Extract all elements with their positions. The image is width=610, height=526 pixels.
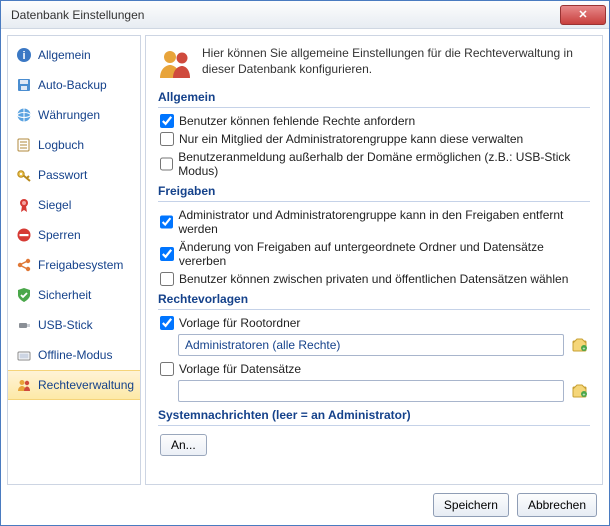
sidebar-item-label: Auto-Backup [38, 78, 107, 92]
checkbox-label: Vorlage für Datensätze [179, 362, 301, 376]
globe-icon [16, 107, 32, 123]
opt-freigaben-2[interactable]: Benutzer können zwischen privaten und öf… [160, 272, 590, 286]
opt-freigaben-1[interactable]: Änderung von Freigaben auf untergeordnet… [160, 240, 590, 268]
key-icon [16, 167, 32, 183]
shield-icon [16, 287, 32, 303]
offline-icon [16, 347, 32, 363]
checkbox-label: Vorlage für Rootordner [179, 316, 300, 330]
sidebar-item-label: Offline-Modus [38, 348, 112, 362]
sidebar-item-allgemein[interactable]: i Allgemein [8, 40, 140, 70]
sidebar-item-label: USB-Stick [38, 318, 93, 332]
sidebar-item-freigabesystem[interactable]: Freigabesystem [8, 250, 140, 280]
sidebar-item-label: Siegel [38, 198, 71, 212]
checkbox[interactable] [160, 362, 174, 376]
info-icon: i [16, 47, 32, 63]
section-allgemein-title: Allgemein [158, 90, 590, 108]
sidebar: i Allgemein Auto-Backup Währungen Logbuc… [7, 35, 141, 485]
checkbox-label: Benutzeranmeldung außerhalb der Domäne e… [178, 150, 590, 178]
recipients-button[interactable]: An... [160, 434, 207, 456]
sidebar-item-label: Sicherheit [38, 288, 91, 302]
sidebar-item-rechteverwaltung[interactable]: Rechteverwaltung [8, 370, 140, 400]
checkbox[interactable] [160, 247, 174, 261]
checkbox[interactable] [160, 316, 174, 330]
blocked-icon [16, 227, 32, 243]
save-button[interactable]: Speichern [433, 493, 509, 517]
edit-ds-template-button[interactable]: + [570, 381, 590, 401]
checkbox[interactable] [160, 132, 174, 146]
close-button[interactable]: ✕ [560, 5, 606, 25]
checkbox-label: Benutzer können fehlende Rechte anforder… [179, 114, 415, 128]
root-template-input[interactable] [178, 334, 564, 356]
sidebar-item-sicherheit[interactable]: Sicherheit [8, 280, 140, 310]
sidebar-item-label: Sperren [38, 228, 81, 242]
close-icon: ✕ [578, 8, 587, 21]
sidebar-item-label: Passwort [38, 168, 87, 182]
sidebar-item-usb-stick[interactable]: USB-Stick [8, 310, 140, 340]
opt-ds-template[interactable]: Vorlage für Datensätze [160, 362, 590, 376]
opt-root-template[interactable]: Vorlage für Rootordner [160, 316, 590, 330]
footer: Speichern Abbrechen [1, 485, 609, 525]
ds-template-input[interactable] [178, 380, 564, 402]
svg-text:+: + [583, 393, 586, 399]
checkbox-label: Benutzer können zwischen privaten und öf… [179, 272, 568, 286]
opt-allgemein-1[interactable]: Nur ein Mitglied der Administratorengrup… [160, 132, 590, 146]
content-panel: Hier können Sie allgemeine Einstellungen… [145, 35, 603, 485]
checkbox[interactable] [160, 114, 174, 128]
cancel-button[interactable]: Abbrechen [517, 493, 597, 517]
section-rechtevorlagen-title: Rechtevorlagen [158, 292, 590, 310]
checkbox-label: Änderung von Freigaben auf untergeordnet… [179, 240, 590, 268]
svg-text:+: + [583, 347, 586, 353]
sidebar-item-waehrungen[interactable]: Währungen [8, 100, 140, 130]
sidebar-item-auto-backup[interactable]: Auto-Backup [8, 70, 140, 100]
checkbox[interactable] [160, 272, 174, 286]
sidebar-item-label: Logbuch [38, 138, 84, 152]
window-title: Datenbank Einstellungen [11, 8, 560, 22]
sidebar-item-offline-modus[interactable]: Offline-Modus [8, 340, 140, 370]
titlebar: Datenbank Einstellungen ✕ [1, 1, 609, 29]
sidebar-item-sperren[interactable]: Sperren [8, 220, 140, 250]
sidebar-item-passwort[interactable]: Passwort [8, 160, 140, 190]
users-icon [16, 377, 32, 393]
checkbox-label: Administrator und Administratorengruppe … [178, 208, 590, 236]
users-large-icon [158, 46, 192, 80]
opt-freigaben-0[interactable]: Administrator und Administratorengruppe … [160, 208, 590, 236]
sidebar-item-label: Freigabesystem [38, 258, 123, 272]
edit-root-template-button[interactable]: + [570, 335, 590, 355]
opt-allgemein-0[interactable]: Benutzer können fehlende Rechte anforder… [160, 114, 590, 128]
svg-text:i: i [22, 50, 25, 62]
disk-icon [16, 77, 32, 93]
checkbox-label: Nur ein Mitglied der Administratorengrup… [179, 132, 523, 146]
sidebar-item-siegel[interactable]: Siegel [8, 190, 140, 220]
section-sysmsg-title: Systemnachrichten (leer = an Administrat… [158, 408, 590, 426]
intro-text: Hier können Sie allgemeine Einstellungen… [202, 46, 590, 80]
checkbox[interactable] [160, 157, 173, 171]
usb-icon [16, 317, 32, 333]
sidebar-item-logbuch[interactable]: Logbuch [8, 130, 140, 160]
section-freigaben-title: Freigaben [158, 184, 590, 202]
sidebar-item-label: Allgemein [38, 48, 91, 62]
checkbox[interactable] [160, 215, 173, 229]
ribbon-icon [16, 197, 32, 213]
share-icon [16, 257, 32, 273]
sidebar-item-label: Währungen [38, 108, 100, 122]
sidebar-item-label: Rechteverwaltung [38, 378, 134, 392]
opt-allgemein-2[interactable]: Benutzeranmeldung außerhalb der Domäne e… [160, 150, 590, 178]
log-icon [16, 137, 32, 153]
